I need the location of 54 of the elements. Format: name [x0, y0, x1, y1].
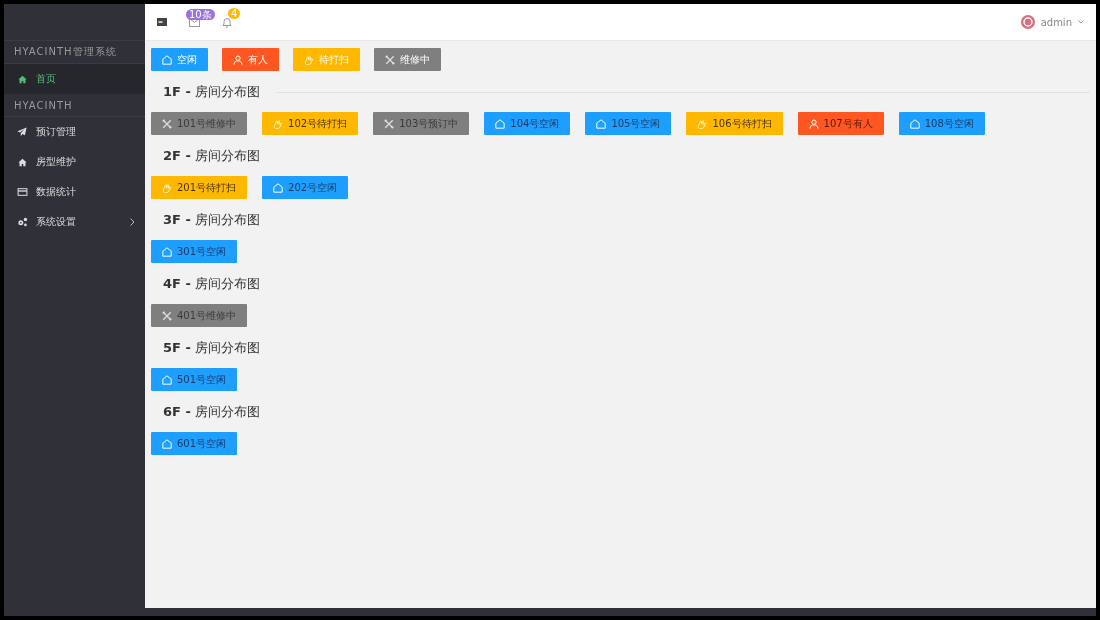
home-icon — [16, 74, 28, 84]
room-button[interactable]: 106号待打扫 — [686, 112, 783, 135]
legend-button[interactable]: 空闲 — [151, 48, 208, 71]
mail-icon[interactable] — [189, 17, 200, 27]
message-count-badge: 10条 — [186, 8, 215, 20]
room-button[interactable]: 103号预订中 — [373, 112, 470, 135]
sidebar-item[interactable]: 预订管理 — [4, 117, 145, 147]
bell-icon[interactable] — [222, 16, 232, 28]
house-icon — [162, 374, 172, 385]
tools-icon — [385, 54, 395, 65]
chevron-icon — [130, 216, 135, 228]
house-icon — [495, 118, 506, 129]
room-button[interactable]: 102号待打扫 — [262, 112, 359, 135]
house-icon — [596, 118, 607, 129]
room-button[interactable]: 105号空闲 — [585, 112, 672, 135]
room-button[interactable]: 101号维修中 — [151, 112, 248, 135]
hand-icon — [697, 118, 708, 129]
person-icon — [233, 54, 243, 65]
sidebar-item[interactable]: 首页 — [4, 64, 145, 94]
room-button[interactable]: 401号维修中 — [151, 304, 248, 327]
house-icon — [162, 438, 172, 449]
room-button[interactable]: 104号空闲 — [484, 112, 571, 135]
caret-icon[interactable] — [1078, 20, 1084, 24]
house-icon — [273, 182, 284, 193]
legend-button[interactable]: 有人 — [222, 48, 279, 71]
hand-icon — [162, 182, 172, 193]
sidebar-item[interactable]: 数据统计 — [4, 177, 145, 207]
room-button[interactable]: 201号待打扫 — [151, 176, 248, 199]
hand-icon — [273, 118, 284, 129]
credit-card-icon — [16, 187, 28, 197]
hand-icon — [304, 54, 314, 65]
tools-icon — [162, 310, 172, 321]
notification-count-badge: 4 — [228, 7, 241, 19]
sidebar-item[interactable]: 系统设置 — [4, 207, 145, 237]
room-button[interactable]: 501号空闲 — [151, 368, 238, 391]
room-button[interactable]: 108号空闲 — [898, 112, 985, 135]
sidebar-item[interactable]: 房型维护 — [4, 147, 145, 177]
paper-plane-icon — [16, 127, 28, 137]
gears-icon — [16, 217, 28, 227]
tools-icon — [162, 118, 172, 129]
house-icon — [162, 246, 172, 257]
menu-toggle-icon[interactable] — [157, 18, 167, 26]
avatar-icon[interactable] — [1020, 15, 1035, 29]
house-icon — [162, 54, 172, 65]
tools-icon — [384, 118, 395, 129]
room-button[interactable]: 107号有人 — [797, 112, 884, 135]
room-button[interactable]: 301号空闲 — [151, 240, 238, 263]
house-icon — [909, 118, 920, 129]
person-icon — [808, 118, 819, 129]
room-button[interactable]: 601号空闲 — [151, 432, 238, 455]
home-icon — [16, 157, 28, 167]
legend-button[interactable]: 维修中 — [374, 48, 441, 71]
username-link[interactable]: admin — [1040, 16, 1072, 28]
room-button[interactable]: 202号空闲 — [262, 176, 349, 199]
